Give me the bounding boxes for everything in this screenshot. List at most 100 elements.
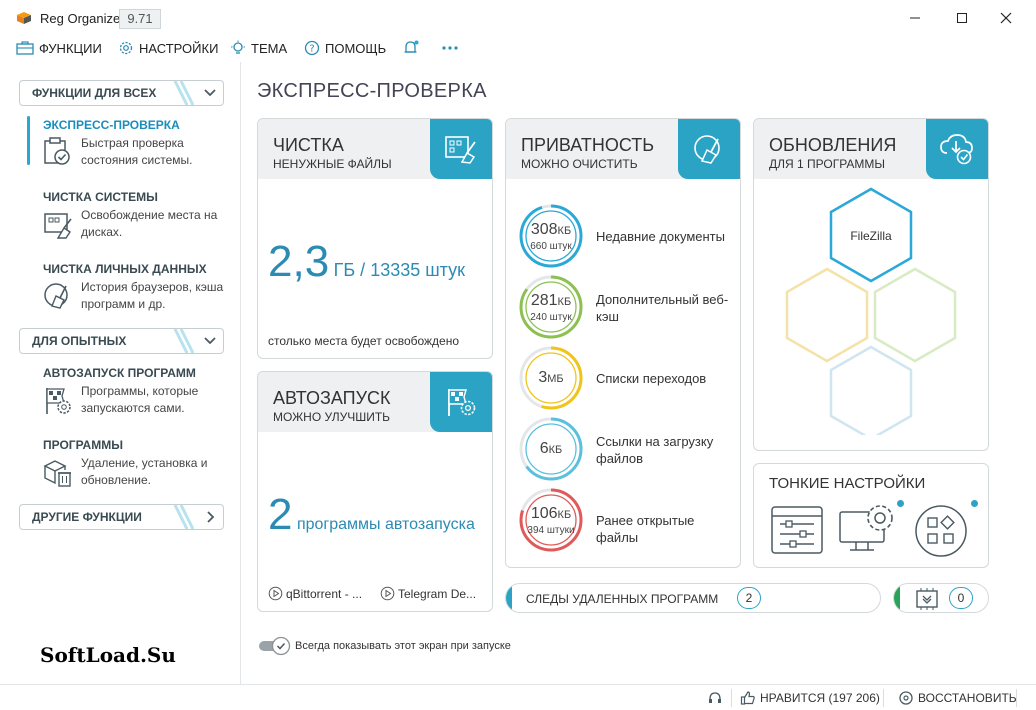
card-title: ПРИВАТНОСТЬ [521, 135, 655, 155]
sidebar-item-title: АВТОЗАПУСК ПРОГРАММ [43, 366, 196, 380]
autorun-unit: программы автозапуска [296, 516, 475, 533]
accent-stripe [506, 584, 512, 612]
sidebar-item-desc: Программы, которые запускаются сами. [81, 384, 199, 415]
cleanup-card[interactable]: ЧИСТКА НЕНУЖНЫЕ ФАЙЛЫ 2,3 ГБ / 13335 шту… [257, 118, 493, 359]
privacy-size: 281КБ [518, 292, 584, 310]
divider [731, 689, 732, 707]
privacy-size-value: 6 [539, 440, 549, 457]
autorun-program-2[interactable]: Telegram De... [380, 586, 476, 601]
privacy-size-unit: КБ [557, 509, 572, 521]
tweaks-card[interactable]: ТОНКИЕ НАСТРОЙКИ [753, 463, 989, 568]
card-title: ОБНОВЛЕНИЯ [769, 135, 897, 155]
group-advanced-label: ДЛЯ ОПЫТНЫХ [32, 334, 127, 348]
thumbs-up-icon [740, 691, 755, 705]
group-advanced[interactable]: ДЛЯ ОПЫТНЫХ [19, 328, 224, 354]
tweak-apps[interactable] [914, 504, 968, 563]
menu-functions[interactable]: ФУНКЦИИ [16, 37, 102, 59]
card-icon-tab [430, 372, 492, 432]
version-badge: 9.71 [119, 9, 161, 29]
notifications-button[interactable] [402, 37, 425, 59]
privacy-size: 308КБ [518, 221, 584, 239]
menu-theme[interactable]: ТЕМА [230, 37, 287, 59]
privacy-size-value: 3 [538, 369, 548, 386]
privacy-count: 394 штуки [527, 525, 575, 536]
sidebar-item-express-check[interactable]: ЭКСПРЕСС-ПРОВЕРКА Быстрая проверка состо… [28, 118, 228, 168]
card-title: ТОНКИЕ НАСТРОЙКИ [769, 475, 926, 492]
divider [1016, 689, 1017, 707]
cleanup-note: столько места будет освобождено [268, 334, 460, 348]
always-show-toggle-row[interactable]: Всегда показывать этот экран при запуске [258, 636, 511, 656]
like-button[interactable]: НРАВИТСЯ (197 206) [740, 685, 880, 710]
sidebar-item-privacy-cleanup[interactable]: ЧИСТКА ЛИЧНЫХ ДАННЫХ История браузеров, … [28, 262, 228, 312]
close-button[interactable] [984, 4, 1028, 32]
menu-help[interactable]: ? ПОМОЩЬ [304, 37, 386, 59]
sidebar-item-system-cleanup[interactable]: ЧИСТКА СИСТЕМЫ Освобождение места на дис… [28, 190, 228, 240]
card-icon-tab [678, 119, 740, 179]
toolbox-icon [16, 41, 34, 55]
stripes-decoration [173, 505, 195, 529]
more-button[interactable] [441, 37, 464, 59]
minimize-button[interactable] [893, 4, 937, 32]
ram-optimizer-button[interactable]: 0 [893, 583, 989, 613]
bell-icon [404, 40, 419, 53]
title-bar: Reg Organizer 9.71 [0, 0, 1036, 36]
update-program-name: FileZilla [850, 229, 892, 243]
menu-help-label: ПОМОЩЬ [325, 40, 387, 56]
file-cleanup-icon [445, 136, 476, 164]
toggle-switch-icon [259, 636, 291, 656]
privacy-size-value: 281 [530, 292, 558, 309]
card-icon-tab [430, 119, 492, 179]
sidebar-item-title: ЭКСПРЕСС-ПРОВЕРКА [43, 118, 180, 132]
tweak-settings-panel[interactable] [770, 504, 826, 561]
privacy-label: Списки переходов [596, 371, 707, 386]
sidebar-item-autorun[interactable]: АВТОЗАПУСК ПРОГРАММ Программы, которые з… [28, 366, 228, 416]
cleanup-value-row: 2,3 ГБ / 13335 штук [268, 237, 465, 287]
cleanup-unit: ГБ / 13335 штук [333, 260, 466, 280]
settings-panel-icon [771, 506, 823, 554]
menu-settings[interactable]: НАСТРОЙКИ [118, 37, 218, 59]
card-subtitle: МОЖНО УЛУЧШИТЬ [273, 410, 391, 424]
cleanup-value: 2,3 [268, 237, 330, 286]
menu-settings-label: НАСТРОЙКИ [139, 40, 219, 56]
close-icon [1000, 12, 1012, 24]
accent-stripe [894, 584, 900, 612]
gear-icon [119, 41, 133, 55]
status-bar: НРАВИТСЯ (197 206) ВОССТАНОВИТЬ [0, 684, 1036, 710]
autorun-value-row: 2 программы автозапуска [268, 490, 475, 540]
group-functions-for-all-label: ФУНКЦИИ ДЛЯ ВСЕХ [32, 86, 157, 100]
autorun-value: 2 [268, 490, 293, 539]
box-trash-icon [43, 460, 71, 487]
deleted-program-traces-button[interactable]: СЛЕДЫ УДАЛЕННЫХ ПРОГРАММ 2 [505, 583, 881, 613]
privacy-card[interactable]: ПРИВАТНОСТЬ МОЖНО ОЧИСТИТЬ 308КБ 660 штук… [505, 118, 741, 568]
privacy-size-value: 106 [530, 505, 558, 522]
sidebar-item-programs[interactable]: ПРОГРАММЫ Удаление, установка и обновлен… [28, 438, 228, 488]
autorun-program-name: qBittorrent - ... [286, 586, 363, 601]
privacy-count: 240 штук [530, 312, 572, 323]
updates-card[interactable]: ОБНОВЛЕНИЯ ДЛЯ 1 ПРОГРАММЫ FileZilla [753, 118, 989, 451]
maximize-button[interactable] [940, 4, 984, 32]
headset-icon [709, 692, 721, 703]
app-logo-icon [17, 12, 31, 24]
support-button[interactable] [707, 685, 723, 710]
group-functions-for-all[interactable]: ФУНКЦИИ ДЛЯ ВСЕХ [19, 80, 224, 106]
privacy-count: 660 штук [530, 241, 572, 252]
like-label: НРАВИТСЯ (197 206) [760, 691, 880, 705]
tweak-system[interactable] [838, 502, 900, 561]
maximize-icon [957, 13, 967, 23]
privacy-size-unit: КБ [548, 444, 563, 456]
autorun-card[interactable]: АВТОЗАПУСК МОЖНО УЛУЧШИТЬ 2 программы ав… [257, 371, 493, 612]
group-other-functions[interactable]: ДРУГИЕ ФУНКЦИИ [19, 504, 224, 530]
sidebar-item-desc: Удаление, установка и обновление. [81, 456, 208, 487]
hexagon-placeholder [829, 345, 913, 435]
privacy-size-unit: КБ [557, 225, 572, 237]
sidebar-item-title: ЧИСТКА СИСТЕМЫ [43, 190, 158, 204]
cloud-download-icon [940, 134, 973, 165]
sidebar-item-desc: История браузеров, кэша программ и др. [81, 280, 224, 311]
minimize-icon [910, 17, 920, 19]
restore-icon [899, 691, 913, 705]
stripes-decoration [173, 81, 195, 105]
restore-button[interactable]: ВОССТАНОВИТЬ [898, 685, 1017, 710]
divider [883, 689, 884, 707]
autorun-program-1[interactable]: qBittorrent - ... [268, 586, 362, 601]
page-title: ЭКСПРЕСС-ПРОВЕРКА [257, 80, 487, 102]
